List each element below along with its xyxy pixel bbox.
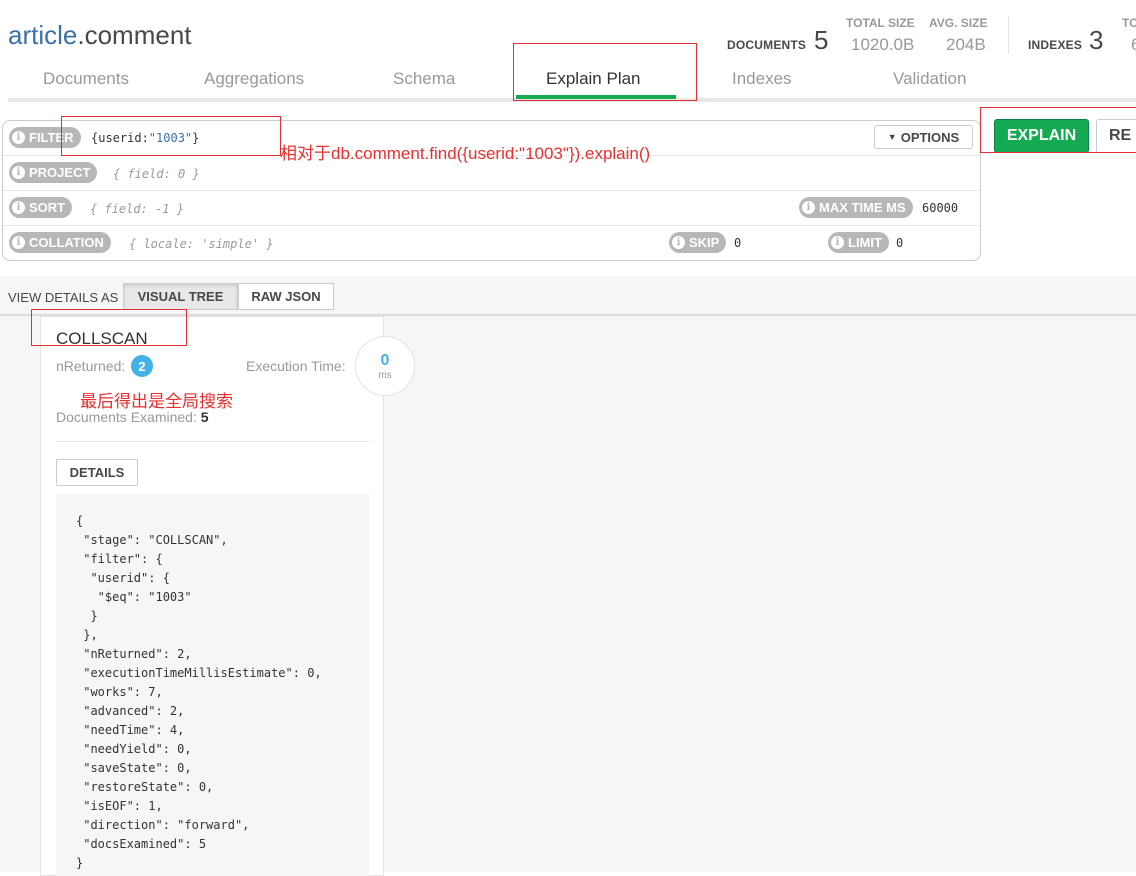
collation-label: i COLLATION [9, 232, 111, 253]
details-button[interactable]: DETAILS [56, 459, 138, 486]
nreturned-badge: 2 [131, 355, 153, 377]
options-button[interactable]: ▼ OPTIONS [874, 125, 973, 149]
card-divider [56, 441, 369, 442]
view-details-label: VIEW DETAILS AS [8, 290, 119, 305]
tab-schema[interactable]: Schema [393, 69, 455, 89]
max-time-label-text: MAX TIME MS [819, 200, 906, 215]
indexes-stat-value: 3 [1089, 25, 1104, 55]
info-icon: i [12, 166, 25, 179]
total-size-value: 1020.0B [851, 35, 915, 54]
tab-documents[interactable]: Documents [43, 69, 129, 89]
row-divider [3, 190, 980, 191]
limit-label: i LIMIT [828, 232, 889, 253]
project-input[interactable]: { field: 0 } [113, 167, 200, 181]
limit-label-text: LIMIT [848, 235, 882, 250]
project-label: i PROJECT [9, 162, 98, 183]
skip-label: i SKIP [669, 232, 727, 253]
collation-label-text: COLLATION [29, 235, 104, 250]
total-index-size-value: 6 [1131, 35, 1136, 54]
collection-name: .comment [77, 20, 192, 50]
info-icon: i [802, 201, 815, 214]
total-index-size-label: TO [1122, 16, 1136, 30]
collection-title: article.comment [8, 20, 192, 51]
max-time-label: i MAX TIME MS [799, 197, 913, 218]
limit-input[interactable]: 0 [896, 236, 903, 250]
collation-input[interactable]: { locale: 'simple' } [129, 237, 274, 251]
documents-stat-value: 5 [814, 25, 829, 55]
database-name: article [8, 20, 78, 50]
annotation-box-filter [61, 116, 281, 156]
raw-json-toggle[interactable]: RAW JSON [238, 283, 334, 310]
info-icon: i [12, 236, 25, 249]
info-icon: i [12, 201, 25, 214]
stats-divider [1008, 16, 1009, 54]
tab-indexes[interactable]: Indexes [732, 69, 792, 89]
visual-tree-toggle[interactable]: VISUAL TREE [123, 283, 238, 310]
tab-validation[interactable]: Validation [893, 69, 966, 89]
info-icon: i [12, 131, 25, 144]
exec-time-unit: ms [378, 370, 392, 381]
sort-label-text: SORT [29, 200, 66, 215]
indexes-stat-label: INDEXES [1028, 38, 1083, 52]
skip-input[interactable]: 0 [734, 236, 741, 250]
max-time-input[interactable]: 60000 [922, 201, 958, 215]
annotation-box-stage [31, 309, 187, 346]
sort-input[interactable]: { field: -1 } [90, 202, 184, 216]
avg-size-value: 204B [946, 35, 986, 54]
avg-size-label: AVG. SIZE [929, 16, 988, 30]
info-icon: i [831, 236, 844, 249]
annotation-box-explain-tab [513, 43, 697, 101]
sort-label: i SORT [9, 197, 73, 218]
exec-time-clock: 0 ms [355, 336, 415, 396]
options-label: OPTIONS [900, 129, 960, 145]
stage-json: { "stage": "COLLSCAN", "filter": { "user… [76, 514, 322, 870]
row-divider [3, 225, 980, 226]
exec-time-value: 0 [380, 352, 390, 369]
info-icon: i [672, 236, 685, 249]
annotation-box-explain-button [980, 107, 1136, 153]
project-label-text: PROJECT [29, 165, 91, 180]
nreturned-label: nReturned: [56, 358, 126, 374]
skip-label-text: SKIP [689, 235, 720, 250]
annotation-stage-note: 最后得出是全局搜索 [80, 392, 233, 411]
annotation-filter-note: 相对于db.comment.find({userid:"1003"}).expl… [280, 144, 651, 163]
documents-stat-label: DOCUMENTS [727, 38, 807, 52]
tab-aggregations[interactable]: Aggregations [204, 69, 304, 89]
total-size-label: TOTAL SIZE [846, 16, 915, 30]
caret-down-icon: ▼ [887, 132, 897, 142]
exec-time-label: Execution Time: [246, 358, 346, 374]
